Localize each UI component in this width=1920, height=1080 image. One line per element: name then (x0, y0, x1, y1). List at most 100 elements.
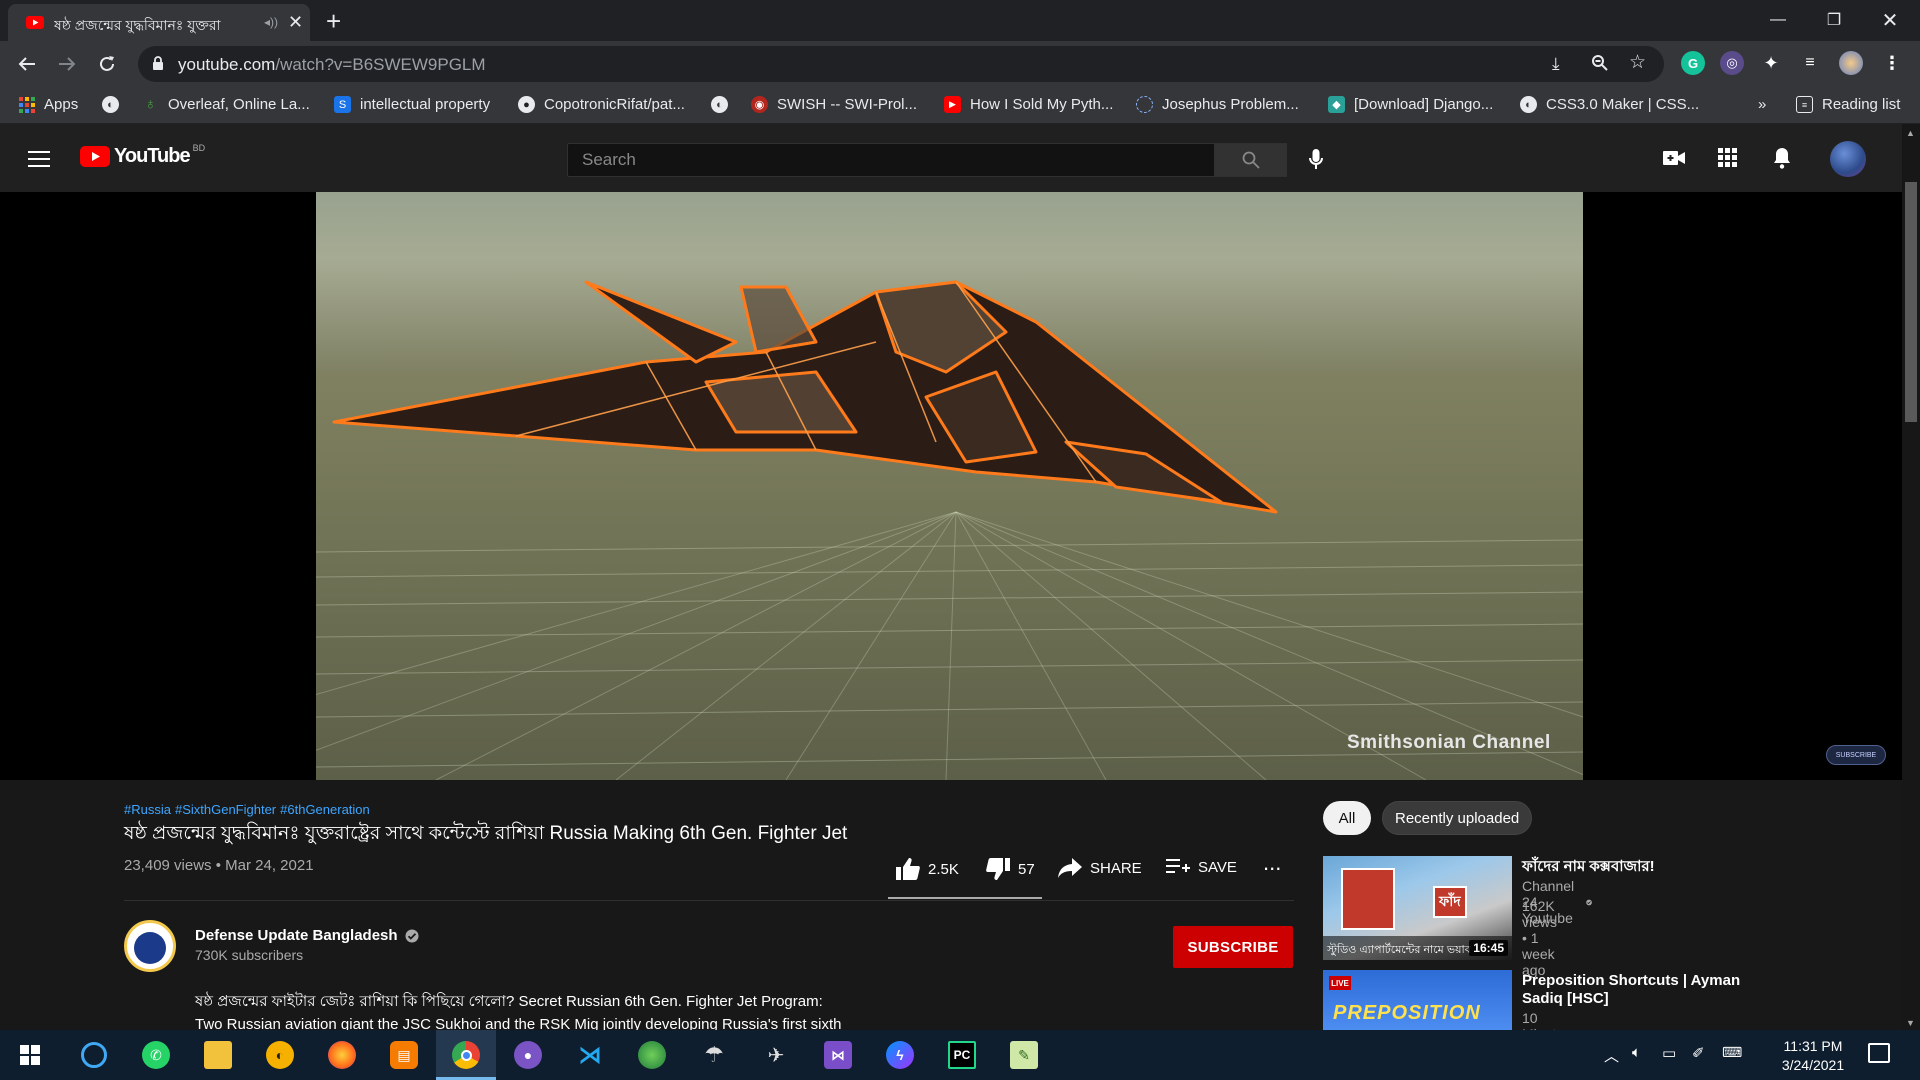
bookmark-apps[interactable]: Apps (18, 96, 78, 113)
bookmarks-overflow-button[interactable]: » (1758, 96, 1766, 113)
tab-close-icon[interactable]: ✕ (288, 12, 303, 33)
subscribe-button[interactable]: SUBSCRIBE (1173, 926, 1293, 968)
video-thumbnail[interactable]: PREPOSITION LIVE (1323, 970, 1512, 1030)
taskbar-messenger[interactable]: ϟ (870, 1030, 930, 1080)
taskbar-vscode[interactable]: ⋊ (560, 1030, 620, 1080)
taskbar-whatsapp[interactable]: ✆ (126, 1030, 186, 1080)
extensions-puzzle-icon[interactable]: ✦ (1759, 51, 1783, 75)
create-video-icon[interactable] (1663, 151, 1685, 165)
pen-icon[interactable]: ✐ (1692, 1044, 1705, 1062)
network-icon[interactable]: ▭ (1662, 1044, 1676, 1062)
bookmark-css3-maker[interactable]: ◐ CSS3.0 Maker | CSS... (1520, 96, 1699, 113)
globe-icon: ◐ (1520, 96, 1537, 113)
bookmark-globe[interactable]: ◐ (102, 96, 128, 113)
hashtag-link[interactable]: #Russia (124, 802, 171, 817)
youtube-logo-icon (80, 146, 110, 167)
video-meta: 23,409 views • Mar 24, 2021 (124, 857, 314, 874)
zoom-icon[interactable] (1591, 54, 1609, 72)
description-line: ষষ্ঠ প্রজন্মের ফাইটার জেটঃ রাশিয়া কি পি… (195, 993, 823, 1010)
bookmark-josephus[interactable]: Josephus Problem... (1136, 96, 1299, 113)
tray-chevron-icon[interactable]: ︿ (1604, 1045, 1619, 1066)
forward-button[interactable] (52, 49, 82, 79)
windows-logo-icon (20, 1045, 40, 1065)
taskbar-app[interactable] (64, 1030, 124, 1080)
volume-icon[interactable]: 🔈︎ (1632, 1044, 1641, 1061)
audio-playing-icon[interactable]: ◂)) (264, 15, 278, 29)
taskbar-chrome[interactable] (436, 1030, 496, 1080)
reload-button[interactable] (92, 49, 122, 79)
chip-all[interactable]: All (1323, 801, 1371, 835)
account-avatar[interactable] (1830, 141, 1866, 177)
video-player[interactable]: Smithsonian Channel SUBSCRIBE (0, 192, 1902, 780)
taskbar-app-satellite[interactable]: ✈ (746, 1030, 806, 1080)
taskbar-visual-studio[interactable]: ⋈ (808, 1030, 868, 1080)
back-button[interactable] (12, 49, 42, 79)
new-tab-button[interactable]: + (326, 6, 341, 37)
menu-icon[interactable] (28, 151, 50, 167)
taskbar-app-notes[interactable]: ✎ (994, 1030, 1054, 1080)
taskbar-firefox[interactable] (312, 1030, 372, 1080)
like-button[interactable]: 2.5K (896, 858, 959, 880)
bookmark-swish[interactable]: ◉ SWISH -- SWI-Prol... (751, 96, 917, 113)
scrollbar-thumb[interactable] (1905, 182, 1917, 422)
globe-icon: ◐ (102, 96, 119, 113)
start-button[interactable] (0, 1030, 60, 1080)
minimize-button[interactable]: — (1750, 4, 1806, 36)
bookmark-github[interactable]: ● CopotronicRifat/pat... (518, 96, 685, 113)
youtube-icon: ▶ (944, 96, 961, 113)
bookmark-overleaf[interactable]: ♁ Overleaf, Online La... (142, 96, 310, 114)
taskbar-browser[interactable]: ◐ (250, 1030, 310, 1080)
extension-icon[interactable]: ◎ (1720, 51, 1744, 75)
grammarly-extension-icon[interactable]: G (1681, 51, 1705, 75)
youtube-logo[interactable]: YouTube BD (80, 143, 205, 168)
bookmark-globe-2[interactable]: ◐ (711, 96, 737, 113)
profile-avatar[interactable] (1839, 51, 1863, 75)
scroll-up-arrow-icon[interactable]: ▲ (1906, 128, 1915, 138)
subscribe-watermark-button[interactable]: SUBSCRIBE (1826, 745, 1886, 765)
hashtag-link[interactable]: #6thGeneration (280, 802, 370, 817)
taskbar-pycharm[interactable]: PC (932, 1030, 992, 1080)
video-title: ষষ্ঠ প্রজন্মের যুদ্ধবিমানঃ যুক্তরাষ্ট্রে… (124, 823, 848, 844)
restore-button[interactable]: ❐ (1806, 4, 1862, 36)
media-control-icon[interactable]: ≡ (1798, 51, 1822, 75)
system-clock[interactable]: 11:31 PM 3/24/2021 (1770, 1037, 1856, 1075)
share-button[interactable]: SHARE (1058, 858, 1142, 878)
more-actions-icon[interactable]: ... (1263, 850, 1281, 876)
voice-search-button[interactable] (1300, 144, 1332, 176)
dislike-button[interactable]: 57 (986, 858, 1035, 880)
video-thumbnail[interactable]: ফাঁদ স্টুডিও এ্যাপার্টমেন্টের নামে ভয়াব… (1323, 856, 1512, 960)
taskbar-file-explorer[interactable] (188, 1030, 248, 1080)
install-app-icon[interactable]: ⤓ (1552, 54, 1560, 74)
chrome-menu-icon[interactable]: ⋮ (1880, 51, 1904, 75)
notifications-center-icon[interactable] (1868, 1043, 1890, 1063)
keyboard-icon[interactable]: ⌨ (1722, 1044, 1742, 1061)
messenger-icon: ϟ (886, 1041, 914, 1069)
address-bar[interactable]: youtube.com/watch?v=B6SWEW9PGLM ⤓ ☆ (138, 46, 1664, 82)
bookmark-youtube[interactable]: ▶ How I Sold My Pyth... (944, 96, 1113, 113)
apps-grid-icon[interactable] (1718, 148, 1737, 167)
page-scrollbar[interactable]: ▲ ▼ (1902, 124, 1920, 1030)
channel-logo-icon (134, 932, 166, 964)
close-window-button[interactable]: ✕ (1862, 4, 1918, 36)
bookmark-django[interactable]: ◆ [Download] Django... (1328, 96, 1493, 113)
bookmark-intellectual-property[interactable]: Sintellectual property (334, 96, 490, 113)
video-frame[interactable] (316, 192, 1583, 780)
taskbar-app-parachute[interactable]: ☂ (684, 1030, 744, 1080)
channel-avatar[interactable] (124, 920, 176, 972)
reading-list-button[interactable]: ≡ Reading list (1796, 96, 1900, 113)
bookmark-star-icon[interactable]: ☆ (1629, 51, 1646, 74)
taskbar-app-globe[interactable] (622, 1030, 682, 1080)
save-button[interactable]: SAVE (1166, 858, 1237, 876)
channel-name[interactable]: Defense Update Bangladesh (195, 927, 419, 944)
scroll-down-arrow-icon[interactable]: ▼ (1906, 1018, 1915, 1028)
lock-icon[interactable] (152, 56, 164, 71)
notifications-bell-icon[interactable] (1773, 147, 1791, 169)
hashtag-link[interactable]: #SixthGenFighter (175, 802, 276, 817)
chip-recently-uploaded[interactable]: Recently uploaded (1382, 801, 1533, 835)
search-input[interactable] (568, 144, 1214, 176)
channel-name-text: Defense Update Bangladesh (195, 927, 398, 944)
taskbar-app-orange[interactable]: ▤ (374, 1030, 434, 1080)
search-button[interactable] (1214, 143, 1287, 177)
taskbar-github-desktop[interactable]: ● (498, 1030, 558, 1080)
browser-tab[interactable]: ষষ্ঠ প্রজন্মের যুদ্ধবিমানঃ যুক্তরা ◂)) ✕ (8, 4, 310, 41)
